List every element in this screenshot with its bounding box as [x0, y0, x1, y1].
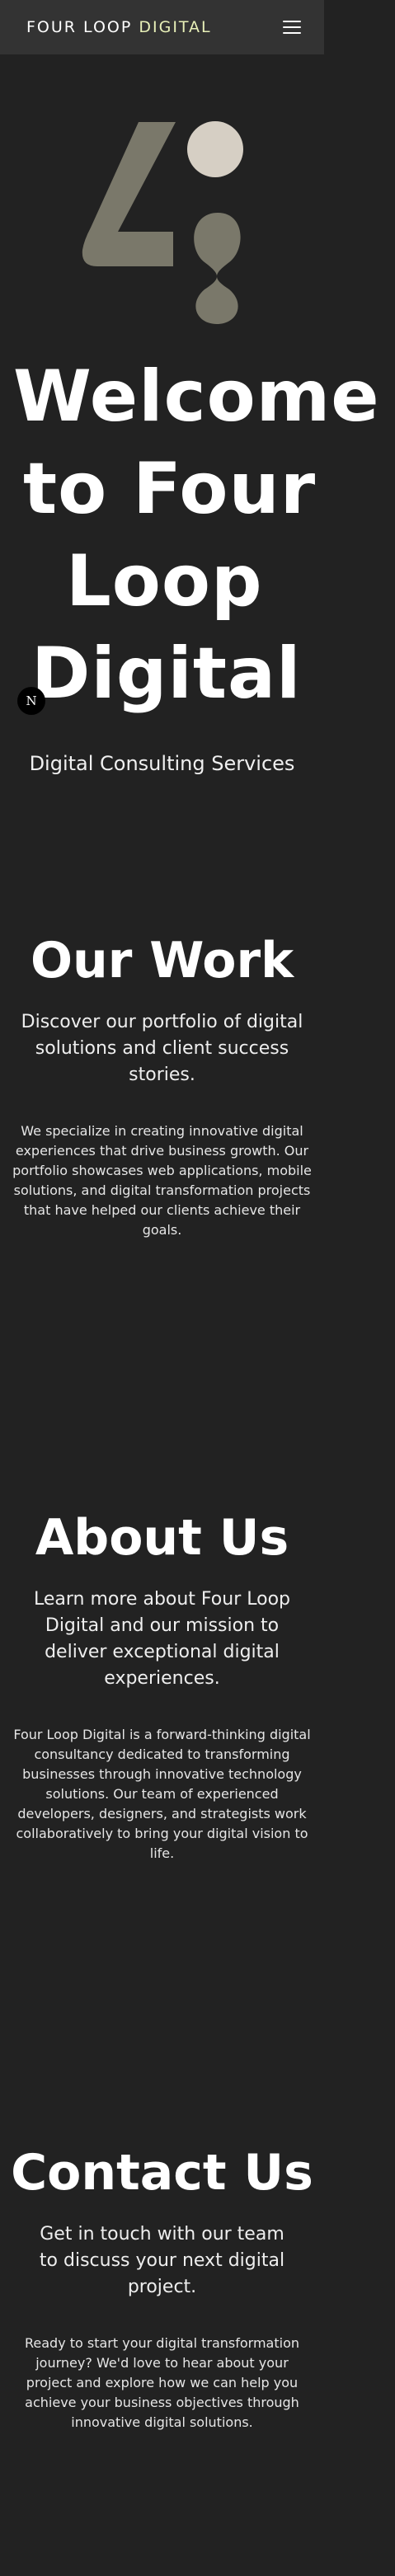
- contact-us-section: Contact Us Get in touch with our team to…: [0, 2142, 324, 2433]
- about-us-heading: About Us: [35, 1509, 289, 1567]
- brand-accent-text: DIGITAL: [139, 18, 212, 36]
- hamburger-menu-icon[interactable]: [283, 21, 301, 34]
- our-work-heading: Our Work: [31, 932, 294, 990]
- logo-four-shape: [82, 122, 176, 266]
- hero-title-line-1: Welcome: [13, 355, 380, 438]
- logo-dot: [187, 121, 243, 177]
- site-header: FOUR LOOP DIGITAL: [0, 0, 324, 54]
- four-loop-digital-logo: [82, 121, 243, 324]
- about-us-lead: Learn more about Four Loop Digital and o…: [34, 1589, 290, 1689]
- our-work-section: Our Work Discover our portfolio of digit…: [0, 930, 324, 1240]
- logo-loop-shape: [194, 213, 241, 324]
- hero-subtitle: Digital Consulting Services: [29, 752, 295, 775]
- our-work-lead: Discover our portfolio of digital soluti…: [21, 1012, 303, 1085]
- contact-us-heading: Contact Us: [11, 2144, 313, 2202]
- hero-title-line-2: to Four: [23, 448, 317, 530]
- nextjs-dev-badge[interactable]: N: [17, 687, 45, 715]
- our-work-body: We specialize in creating innovative dig…: [12, 1123, 312, 1238]
- brand-main-text: FOUR LOOP: [26, 18, 139, 36]
- hero-title-line-4: Digital: [31, 632, 302, 715]
- about-us-section: About Us Learn more about Four Loop Digi…: [0, 1507, 324, 1864]
- brand-logo-text[interactable]: FOUR LOOP DIGITAL: [26, 18, 212, 36]
- menu-bar-bottom: [283, 32, 301, 34]
- hero-title-line-3: Loop: [66, 540, 263, 623]
- menu-bar-top: [283, 21, 301, 22]
- about-us-body: Four Loop Digital is a forward-thinking …: [13, 1727, 311, 1861]
- hero-title: Welcome to Four Loop Digital: [0, 350, 395, 720]
- menu-bar-middle: [283, 26, 301, 28]
- contact-us-lead: Get in touch with our team to discuss yo…: [39, 2224, 285, 2297]
- contact-us-body: Ready to start your digital transformati…: [24, 2335, 300, 2430]
